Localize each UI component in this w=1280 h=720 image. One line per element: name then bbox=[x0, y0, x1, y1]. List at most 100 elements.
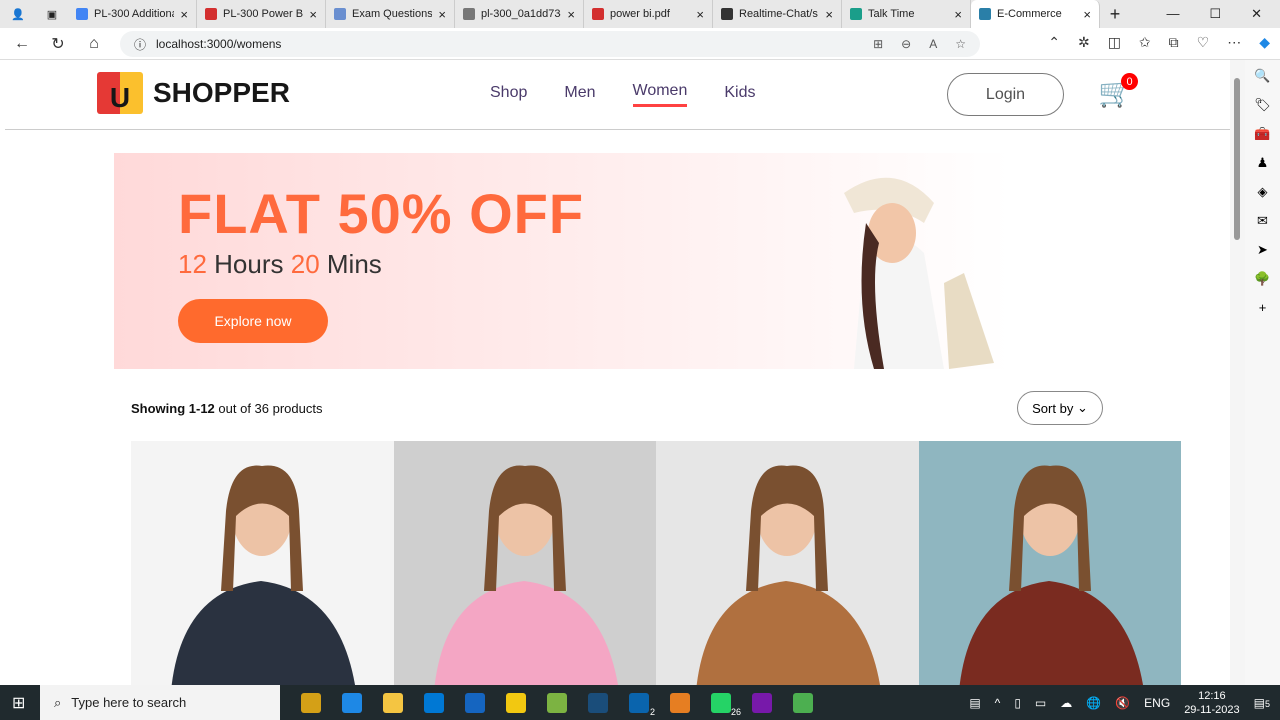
back-icon[interactable]: ← bbox=[4, 35, 40, 53]
close-tab-icon[interactable]: × bbox=[954, 7, 962, 22]
page-scrollbar[interactable] bbox=[1230, 60, 1245, 685]
close-tab-icon[interactable]: × bbox=[180, 7, 188, 22]
site-header: U SHOPPER Shop Men Women Kids Login 🛒 0 bbox=[5, 60, 1230, 130]
browser-essentials-icon[interactable]: ⌃ bbox=[1048, 34, 1060, 51]
edge-sidebar: 🔍 🏷 🧰 ♟ ◈ ✉ ➤ 🌳 + bbox=[1245, 60, 1280, 685]
browser-tab[interactable]: Realtime-Chat/s × bbox=[713, 0, 842, 28]
tree-icon[interactable]: 🌳 bbox=[1254, 271, 1270, 287]
widget-icon[interactable] bbox=[301, 692, 321, 713]
file-explorer-icon[interactable] bbox=[383, 692, 403, 713]
favorite-star-icon[interactable]: ☆ bbox=[955, 37, 966, 51]
more-icon[interactable]: ⋯ bbox=[1227, 34, 1241, 51]
tab-favicon-icon bbox=[76, 8, 88, 20]
performance-icon[interactable]: ♡ bbox=[1197, 34, 1210, 51]
info-icon[interactable]: ⓘ bbox=[134, 36, 146, 53]
search-icon[interactable]: 🔍 bbox=[1254, 68, 1270, 84]
taskbar-search[interactable]: ⌕ Type here to search bbox=[40, 685, 280, 720]
close-tab-icon[interactable]: × bbox=[567, 7, 575, 22]
store-icon[interactable] bbox=[424, 692, 444, 713]
product-grid bbox=[131, 441, 1181, 685]
read-aloud-icon[interactable]: A bbox=[929, 37, 937, 51]
app-icon[interactable] bbox=[793, 692, 813, 713]
notifications-icon[interactable]: ▤5 bbox=[1254, 696, 1270, 710]
mail-icon[interactable]: 2 bbox=[629, 692, 655, 717]
tab-title: Exam Questions bbox=[352, 8, 433, 20]
show-hidden-icon[interactable]: ^ bbox=[995, 696, 1001, 710]
browser-tab[interactable]: pl-300_0a1dd734 × bbox=[455, 0, 584, 28]
taskbar-search-placeholder: Type here to search bbox=[71, 695, 187, 710]
tab-favicon-icon bbox=[979, 8, 991, 20]
login-button[interactable]: Login bbox=[947, 73, 1064, 116]
windows-start-icon[interactable]: ⊞ bbox=[12, 693, 25, 713]
cloud-icon[interactable]: ☁ bbox=[1060, 696, 1072, 710]
product-card[interactable] bbox=[393, 441, 656, 685]
close-tab-icon[interactable]: × bbox=[825, 7, 833, 22]
favorites-icon[interactable]: ✩ bbox=[1139, 34, 1151, 51]
logo[interactable]: U SHOPPER bbox=[97, 72, 290, 114]
web-page: U SHOPPER Shop Men Women Kids Login 🛒 0 FLAT… bbox=[0, 60, 1230, 685]
onenote-icon[interactable] bbox=[752, 692, 772, 713]
tab-actions-icon[interactable]: ▣ bbox=[36, 8, 68, 21]
minimize-button[interactable]: — bbox=[1166, 6, 1179, 22]
copilot-icon[interactable]: ◆ bbox=[1259, 34, 1270, 51]
explore-now-button[interactable]: Explore now bbox=[178, 299, 328, 343]
scrollbar-thumb[interactable] bbox=[1234, 78, 1240, 240]
browser-tab[interactable]: Exam Questions × bbox=[326, 0, 455, 28]
network-icon[interactable]: 🌐 bbox=[1086, 696, 1101, 710]
new-tab-button[interactable]: + bbox=[1100, 4, 1130, 25]
app-icon[interactable] bbox=[547, 692, 567, 713]
clock[interactable]: 12:16 29-11-2023 bbox=[1184, 689, 1239, 717]
results-total: out of 36 products bbox=[214, 401, 323, 416]
browser-tab[interactable]: E-Commerce × bbox=[971, 0, 1100, 28]
close-tab-icon[interactable]: × bbox=[1083, 7, 1091, 22]
battery-icon[interactable]: ▭ bbox=[1035, 696, 1046, 710]
sort-dropdown[interactable]: Sort by ⌄ bbox=[1017, 391, 1103, 425]
close-tab-icon[interactable]: × bbox=[309, 7, 317, 22]
volume-icon[interactable]: 🔇 bbox=[1115, 696, 1130, 710]
whatsapp-icon[interactable]: 26 bbox=[711, 692, 741, 717]
tools-icon[interactable]: 🧰 bbox=[1254, 126, 1270, 142]
browser-tab[interactable]: PL-300 Power BI × bbox=[197, 0, 326, 28]
vscode-icon[interactable] bbox=[588, 692, 608, 713]
add-icon[interactable]: + bbox=[1259, 300, 1267, 315]
nav-women[interactable]: Women bbox=[632, 82, 688, 107]
tab-favicon-icon bbox=[721, 8, 733, 20]
microsoft365-icon[interactable]: ◈ bbox=[1258, 184, 1268, 200]
nav-men[interactable]: Men bbox=[564, 84, 595, 107]
shopping-icon[interactable]: 🏷 bbox=[1254, 97, 1271, 113]
product-card[interactable] bbox=[656, 441, 919, 685]
profile-icon[interactable]: 👤 bbox=[0, 8, 36, 21]
nav-shop[interactable]: Shop bbox=[490, 84, 527, 107]
close-tab-icon[interactable]: × bbox=[438, 7, 446, 22]
browser-tab[interactable]: Talk Time × bbox=[842, 0, 971, 28]
notification-count: 5 bbox=[1264, 698, 1270, 709]
zoom-icon[interactable]: ⊖ bbox=[901, 37, 911, 51]
tab-title: Talk Time bbox=[868, 8, 915, 20]
chevron-down-icon: ⌄ bbox=[1076, 400, 1088, 415]
games-icon[interactable]: ♟ bbox=[1257, 155, 1269, 171]
news-icon[interactable]: ▤ bbox=[969, 696, 980, 710]
outlook-icon[interactable]: ✉ bbox=[1257, 213, 1268, 229]
product-card[interactable] bbox=[131, 441, 394, 685]
split-screen-icon[interactable]: ◫ bbox=[1108, 34, 1121, 51]
language-indicator[interactable]: ENG bbox=[1144, 696, 1170, 710]
browser-tab[interactable]: PL-300 Additiona × bbox=[68, 0, 197, 28]
browser-tab[interactable]: power bi.pdf × bbox=[584, 0, 713, 28]
edge-icon[interactable] bbox=[342, 692, 362, 713]
maximize-button[interactable]: ☐ bbox=[1209, 6, 1221, 22]
collections-icon[interactable]: ⧉ bbox=[1169, 34, 1179, 51]
url-input[interactable]: ⓘ localhost:3000/womens ⊞ ⊖ A ☆ bbox=[120, 31, 980, 57]
refresh-icon[interactable]: ↻ bbox=[40, 34, 76, 54]
app-icon[interactable]: ⊞ bbox=[873, 37, 883, 51]
close-window-button[interactable]: ✕ bbox=[1251, 6, 1262, 22]
power-bi-icon[interactable] bbox=[506, 692, 526, 713]
nav-kids[interactable]: Kids bbox=[724, 84, 755, 107]
extensions-icon[interactable]: ✲ bbox=[1078, 34, 1090, 51]
device-icon[interactable]: ▯ bbox=[1014, 696, 1021, 710]
home-icon[interactable]: ⌂ bbox=[76, 35, 112, 53]
app-icon[interactable] bbox=[465, 692, 485, 713]
send-icon[interactable]: ➤ bbox=[1257, 242, 1268, 258]
close-tab-icon[interactable]: × bbox=[696, 7, 704, 22]
app-icon[interactable] bbox=[670, 692, 690, 713]
product-card[interactable] bbox=[918, 441, 1181, 685]
